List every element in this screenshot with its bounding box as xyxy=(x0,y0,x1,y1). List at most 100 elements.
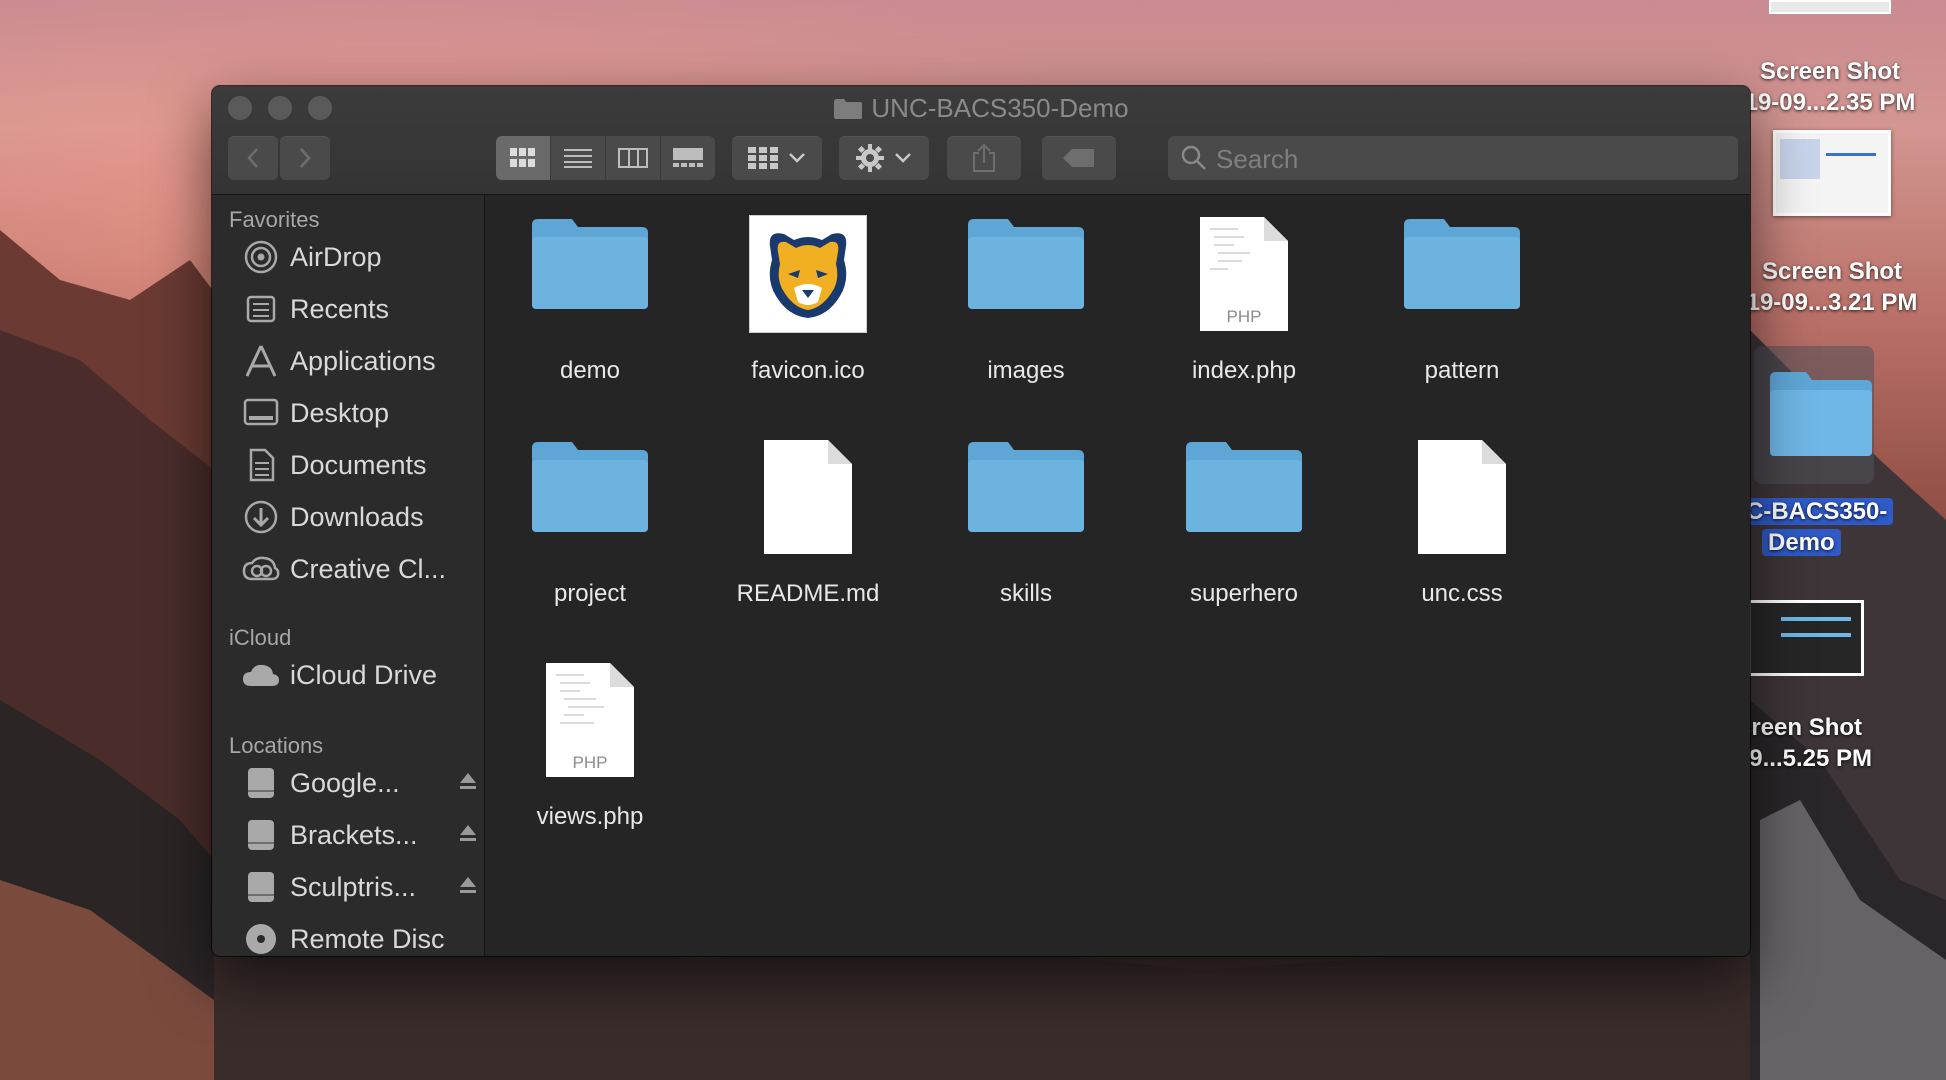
bear-logo-icon xyxy=(749,215,867,333)
chevron-left-icon xyxy=(247,148,258,168)
folder-icon xyxy=(1754,346,1874,484)
sidebar-header-icloud: iCloud xyxy=(229,625,292,650)
creative-cloud-icon xyxy=(242,552,280,586)
window-title: UNC-BACS350-Demo xyxy=(212,92,1750,124)
search-icon xyxy=(1181,145,1206,170)
sidebar-item-desktop[interactable]: Desktop xyxy=(242,391,478,435)
columns-icon xyxy=(618,148,648,168)
sidebar-item-brackets[interactable]: Brackets... xyxy=(242,813,478,857)
file-browser: demo favicon.ico images PHP index.php pa… xyxy=(485,195,1750,956)
file-item-images[interactable]: images xyxy=(921,215,1131,415)
file-name: demo xyxy=(559,357,621,384)
desktop-item-screenshot-2[interactable]: Screen Shot 19-09...3.21 PM xyxy=(1732,130,1932,318)
sidebar-item-label: Recents xyxy=(290,293,390,324)
sidebar-item-google[interactable]: Google... xyxy=(242,761,478,805)
sidebar-item-label: Downloads xyxy=(290,501,424,532)
disk-icon xyxy=(242,870,280,904)
share-icon xyxy=(973,143,995,172)
gallery-view-button[interactable] xyxy=(661,136,715,180)
recents-icon xyxy=(242,292,280,326)
forward-button[interactable] xyxy=(280,136,330,180)
file-item-pattern[interactable]: pattern xyxy=(1357,215,1567,415)
php-badge: PHP xyxy=(572,753,608,772)
file-item-unc-css[interactable]: unc.css xyxy=(1357,438,1567,638)
downloads-icon xyxy=(242,500,280,534)
back-button[interactable] xyxy=(228,136,278,180)
sidebar-item-airdrop[interactable]: AirDrop xyxy=(242,235,478,279)
sidebar-item-label: Google... xyxy=(290,767,400,798)
group-by-icon xyxy=(748,147,778,169)
file-name: images xyxy=(987,357,1065,384)
search-placeholder: Search xyxy=(1216,144,1299,174)
chevron-right-icon xyxy=(300,148,311,168)
disk-icon xyxy=(242,766,280,800)
file-name: views.php xyxy=(536,803,644,830)
sidebar-item-label: Remote Disc xyxy=(290,923,445,954)
desktop-item-screenshot-1[interactable]: Screen Shot 19-09...2.35 PM xyxy=(1730,0,1930,118)
view-mode-control xyxy=(496,136,715,180)
file-item-readme[interactable]: README.md xyxy=(703,438,913,638)
sidebar-item-documents[interactable]: Documents xyxy=(242,443,478,487)
search-field[interactable]: Search xyxy=(1168,136,1738,180)
tag-icon xyxy=(1063,149,1094,167)
file-item-skills[interactable]: skills xyxy=(921,438,1131,638)
sidebar-item-label: Creative Cl... xyxy=(290,553,447,584)
sidebar: Favorites AirDrop Recents Applications D… xyxy=(212,195,485,956)
file-item-favicon[interactable]: favicon.ico xyxy=(703,215,913,415)
desktop-item-label: Screen Shot xyxy=(1759,58,1901,85)
gallery-icon xyxy=(673,148,703,167)
folder-icon xyxy=(834,99,863,119)
chevron-down-icon xyxy=(895,153,911,163)
column-view-button[interactable] xyxy=(606,136,661,180)
file-name: favicon.ico xyxy=(751,357,865,384)
share-button[interactable] xyxy=(947,136,1021,180)
file-name: unc.css xyxy=(1421,580,1503,607)
file-name: skills xyxy=(1000,580,1052,607)
list-icon xyxy=(564,149,592,168)
sidebar-item-label: AirDrop xyxy=(290,241,382,272)
screenshot-thumbnail xyxy=(1773,130,1891,216)
list-view-button[interactable] xyxy=(551,136,606,180)
sidebar-item-label: Sculptris... xyxy=(290,871,417,902)
folder-icon xyxy=(1186,442,1302,532)
file-item-demo[interactable]: demo xyxy=(485,215,695,415)
cloud-icon xyxy=(242,658,280,692)
sidebar-item-label: Documents xyxy=(290,449,427,480)
eject-icon[interactable] xyxy=(458,823,478,843)
sidebar-item-recents[interactable]: Recents xyxy=(242,287,478,331)
eject-icon[interactable] xyxy=(458,875,478,895)
file-name: index.php xyxy=(1191,357,1297,384)
file-item-index-php[interactable]: PHP index.php xyxy=(1139,215,1349,415)
action-button[interactable] xyxy=(839,136,929,180)
document-icon xyxy=(1418,440,1506,554)
desktop-item-label: Screen Shot xyxy=(1761,258,1903,285)
sidebar-header-favorites: Favorites xyxy=(229,207,320,232)
sidebar-item-sculptris[interactable]: Sculptris... xyxy=(242,865,478,909)
sidebar-item-applications[interactable]: Applications xyxy=(242,339,478,383)
sidebar-item-remote-disc[interactable]: Remote Disc xyxy=(242,917,478,956)
file-item-views-php[interactable]: PHP views.php xyxy=(485,661,695,861)
sidebar-item-icloud-drive[interactable]: iCloud Drive xyxy=(242,653,478,697)
sidebar-item-label: iCloud Drive xyxy=(290,659,438,690)
sidebar-header-locations: Locations xyxy=(229,733,324,758)
sidebar-item-downloads[interactable]: Downloads xyxy=(242,495,478,539)
file-item-superhero[interactable]: superhero xyxy=(1139,438,1349,638)
sidebar-item-label: Desktop xyxy=(290,397,390,428)
arrange-button[interactable] xyxy=(732,136,822,180)
sidebar-item-creative-cloud[interactable]: Creative Cl... xyxy=(242,547,478,591)
eject-icon[interactable] xyxy=(458,771,478,791)
tag-button[interactable] xyxy=(1042,136,1116,180)
icon-view-button[interactable] xyxy=(496,136,551,180)
desktop-item-sublabel: 19-09...3.21 PM xyxy=(1746,289,1918,316)
applications-icon xyxy=(242,344,280,378)
icon-grid-icon xyxy=(510,148,535,167)
folder-icon xyxy=(532,219,648,309)
disc-icon xyxy=(242,922,280,956)
desktop-item-sublabel: 19-09...2.35 PM xyxy=(1744,89,1916,116)
sidebar-item-label: Brackets... xyxy=(290,819,418,850)
desktop-icon xyxy=(242,396,280,430)
airdrop-icon xyxy=(242,240,280,274)
file-name: README.md xyxy=(736,580,880,607)
file-item-project[interactable]: project xyxy=(485,438,695,638)
document-icon xyxy=(764,440,852,554)
